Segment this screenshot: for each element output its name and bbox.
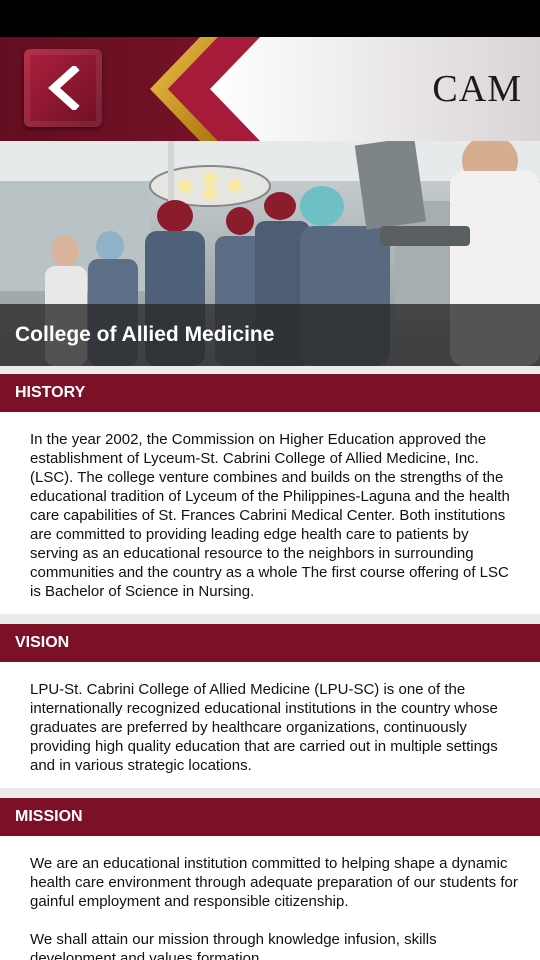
app-header: CAM [0,37,540,141]
mission-text-2: We shall attain our mission through know… [30,931,437,960]
hero-banner: College of Allied Medicine [0,141,540,366]
status-bar [0,0,540,37]
vision-section-body: LPU-St. Cabrini College of Allied Medici… [0,662,540,788]
mission-section-body: We are an educational institution commit… [0,836,540,960]
history-section-body: In the year 2002, the Commission on High… [0,412,540,614]
history-section-header: HISTORY [0,374,540,412]
mission-section-header: MISSION [0,798,540,836]
mission-text-1: We are an educational institution commit… [30,855,518,910]
vision-section-header: VISION [0,624,540,662]
chevron-left-icon [48,66,80,110]
history-text: In the year 2002, the Commission on High… [30,431,510,600]
vision-text: LPU-St. Cabrini College of Allied Medici… [30,681,498,774]
college-name-caption: College of Allied Medicine [15,323,275,346]
page-title: CAM [432,68,522,110]
back-button[interactable] [24,49,102,127]
